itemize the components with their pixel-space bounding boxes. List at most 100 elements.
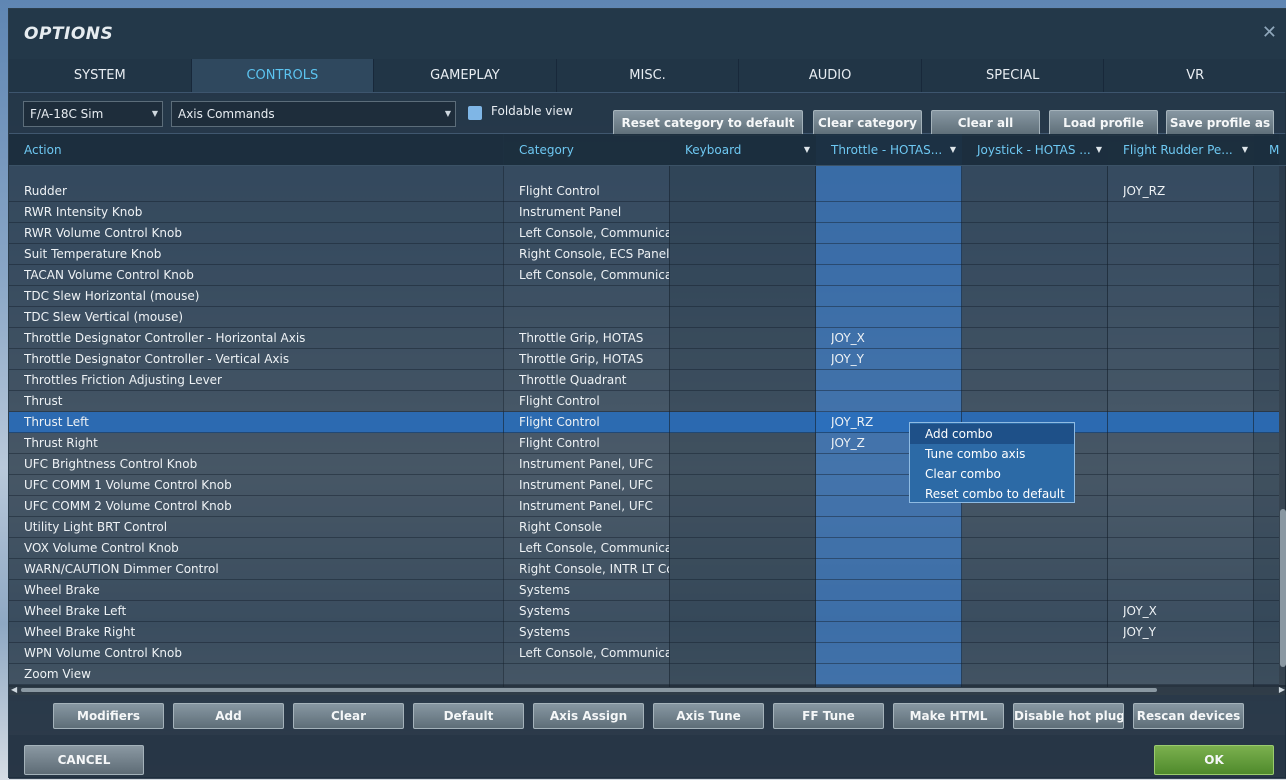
cell-keyboard[interactable] xyxy=(685,391,815,412)
scroll-right-icon[interactable]: ▶ xyxy=(1279,685,1285,695)
cell-throttle[interactable] xyxy=(831,559,961,580)
cell-rudder[interactable]: JOY_RZ xyxy=(1123,181,1253,202)
cell-rudder[interactable] xyxy=(1123,202,1253,223)
table-row[interactable]: Throttles Friction Adjusting Lever Thrott… xyxy=(9,370,1279,391)
cell-keyboard[interactable] xyxy=(685,517,815,538)
cell-throttle[interactable] xyxy=(831,538,961,559)
cell-rudder[interactable] xyxy=(1123,559,1253,580)
cell-joystick[interactable] xyxy=(977,391,1107,412)
table-row[interactable]: Utility Light BRT Control Right Console xyxy=(9,517,1279,538)
cell-rudder[interactable]: JOY_Y xyxy=(1123,622,1253,643)
table-row[interactable]: Rudder Flight Control JOY_RZ xyxy=(9,181,1279,202)
cell-keyboard[interactable] xyxy=(685,328,815,349)
cell-throttle[interactable] xyxy=(831,601,961,622)
cell-keyboard[interactable] xyxy=(685,433,815,454)
cell-keyboard[interactable] xyxy=(685,664,815,685)
cell-rudder[interactable] xyxy=(1123,349,1253,370)
context-menu-item-tune-combo-axis[interactable]: Tune combo axis xyxy=(910,444,1074,464)
cell-rudder[interactable] xyxy=(1123,433,1253,454)
cell-joystick[interactable] xyxy=(977,244,1107,265)
cell-throttle[interactable] xyxy=(831,244,961,265)
cell-keyboard[interactable] xyxy=(685,580,815,601)
table-row[interactable]: Suit Temperature Knob Right Console, ECS … xyxy=(9,244,1279,265)
cell-keyboard[interactable] xyxy=(685,601,815,622)
table-row[interactable]: Wheel Brake Systems xyxy=(9,580,1279,601)
cell-throttle[interactable] xyxy=(831,391,961,412)
cell-keyboard[interactable] xyxy=(685,349,815,370)
cell-throttle[interactable] xyxy=(831,643,961,664)
tab-audio[interactable]: AUDIO xyxy=(739,59,922,92)
cell-keyboard[interactable] xyxy=(685,412,815,433)
make-html-button[interactable]: Make HTML xyxy=(893,703,1004,729)
cell-rudder[interactable] xyxy=(1123,517,1253,538)
cell-joystick[interactable] xyxy=(977,286,1107,307)
cell-rudder[interactable] xyxy=(1123,370,1253,391)
table-row[interactable]: UFC COMM 2 Volume Control Knob Instrument… xyxy=(9,496,1279,517)
cell-rudder[interactable] xyxy=(1123,265,1253,286)
cell-throttle[interactable] xyxy=(831,517,961,538)
context-menu-item-clear-combo[interactable]: Clear combo xyxy=(910,464,1074,484)
cell-throttle[interactable] xyxy=(831,181,961,202)
cell-joystick[interactable] xyxy=(977,265,1107,286)
category-select[interactable]: Axis Commands ▼ xyxy=(171,101,456,127)
cancel-button[interactable]: CANCEL xyxy=(24,745,144,775)
cell-throttle[interactable] xyxy=(831,202,961,223)
cell-rudder[interactable] xyxy=(1123,244,1253,265)
cell-throttle[interactable] xyxy=(831,370,961,391)
cell-rudder[interactable] xyxy=(1123,223,1253,244)
clear-button[interactable]: Clear xyxy=(293,703,404,729)
cell-rudder[interactable] xyxy=(1123,328,1253,349)
cell-rudder[interactable] xyxy=(1123,412,1253,433)
context-menu-item-reset-combo-to-default[interactable]: Reset combo to default xyxy=(910,484,1074,504)
close-icon[interactable]: ✕ xyxy=(1262,23,1277,43)
table-row[interactable]: TACAN Volume Control Knob Left Console, C… xyxy=(9,265,1279,286)
chevron-down-icon[interactable]: ▼ xyxy=(804,134,810,166)
column-header-mouse[interactable]: M xyxy=(1254,134,1286,166)
cell-throttle[interactable] xyxy=(831,622,961,643)
vertical-scroll-thumb[interactable] xyxy=(1280,509,1286,667)
tab-system[interactable]: SYSTEM xyxy=(9,59,192,92)
cell-keyboard[interactable] xyxy=(685,202,815,223)
cell-joystick[interactable] xyxy=(977,517,1107,538)
horizontal-scroll-thumb[interactable] xyxy=(21,688,1157,692)
context-menu-item-add-combo[interactable]: Add combo xyxy=(910,424,1074,444)
cell-keyboard[interactable] xyxy=(685,181,815,202)
table-row[interactable]: RWR Intensity Knob Instrument Panel xyxy=(9,202,1279,223)
cell-keyboard[interactable] xyxy=(685,223,815,244)
cell-keyboard[interactable] xyxy=(685,559,815,580)
table-row[interactable]: TDC Slew Vertical (mouse) xyxy=(9,307,1279,328)
tab-misc[interactable]: MISC. xyxy=(557,59,740,92)
aircraft-select[interactable]: F/A-18C Sim ▼ xyxy=(23,101,163,127)
cell-throttle[interactable] xyxy=(831,664,961,685)
axis-tune-button[interactable]: Axis Tune xyxy=(653,703,764,729)
cell-keyboard[interactable] xyxy=(685,538,815,559)
tab-vr[interactable]: VR xyxy=(1104,59,1286,92)
cell-rudder[interactable] xyxy=(1123,454,1253,475)
clear-category-button[interactable]: Clear category xyxy=(813,110,922,136)
save-profile-as-button[interactable]: Save profile as xyxy=(1166,110,1274,136)
cell-keyboard[interactable] xyxy=(685,265,815,286)
column-header-throttle[interactable]: Throttle - HOTAS... ▼ xyxy=(816,134,962,166)
table-row[interactable]: WPN Volume Control Knob Left Console, Com… xyxy=(9,643,1279,664)
cell-throttle[interactable]: JOY_X xyxy=(831,328,961,349)
modifiers-button[interactable]: Modifiers xyxy=(53,703,164,729)
cell-keyboard[interactable] xyxy=(685,454,815,475)
table-row[interactable]: Throttle Designator Controller - Horizon… xyxy=(9,328,1279,349)
table-row[interactable]: RWR Volume Control Knob Left Console, Com… xyxy=(9,223,1279,244)
table-row[interactable]: Zoom View xyxy=(9,664,1279,685)
column-header-category[interactable]: Category xyxy=(504,134,670,166)
cell-joystick[interactable] xyxy=(977,559,1107,580)
ff-tune-button[interactable]: FF Tune xyxy=(773,703,884,729)
cell-rudder[interactable]: JOY_X xyxy=(1123,601,1253,622)
cell-joystick[interactable] xyxy=(977,601,1107,622)
reset-category-button[interactable]: Reset category to default xyxy=(613,110,803,136)
cell-joystick[interactable] xyxy=(977,202,1107,223)
foldable-view-checkbox[interactable] xyxy=(468,106,482,120)
cell-rudder[interactable] xyxy=(1123,664,1253,685)
disable-hot-plug-button[interactable]: Disable hot plug xyxy=(1013,703,1124,729)
cell-rudder[interactable] xyxy=(1123,475,1253,496)
cell-joystick[interactable] xyxy=(977,370,1107,391)
column-header-action[interactable]: Action xyxy=(9,134,503,166)
cell-keyboard[interactable] xyxy=(685,622,815,643)
table-row[interactable]: Thrust Left Flight Control JOY_RZ xyxy=(9,412,1279,433)
